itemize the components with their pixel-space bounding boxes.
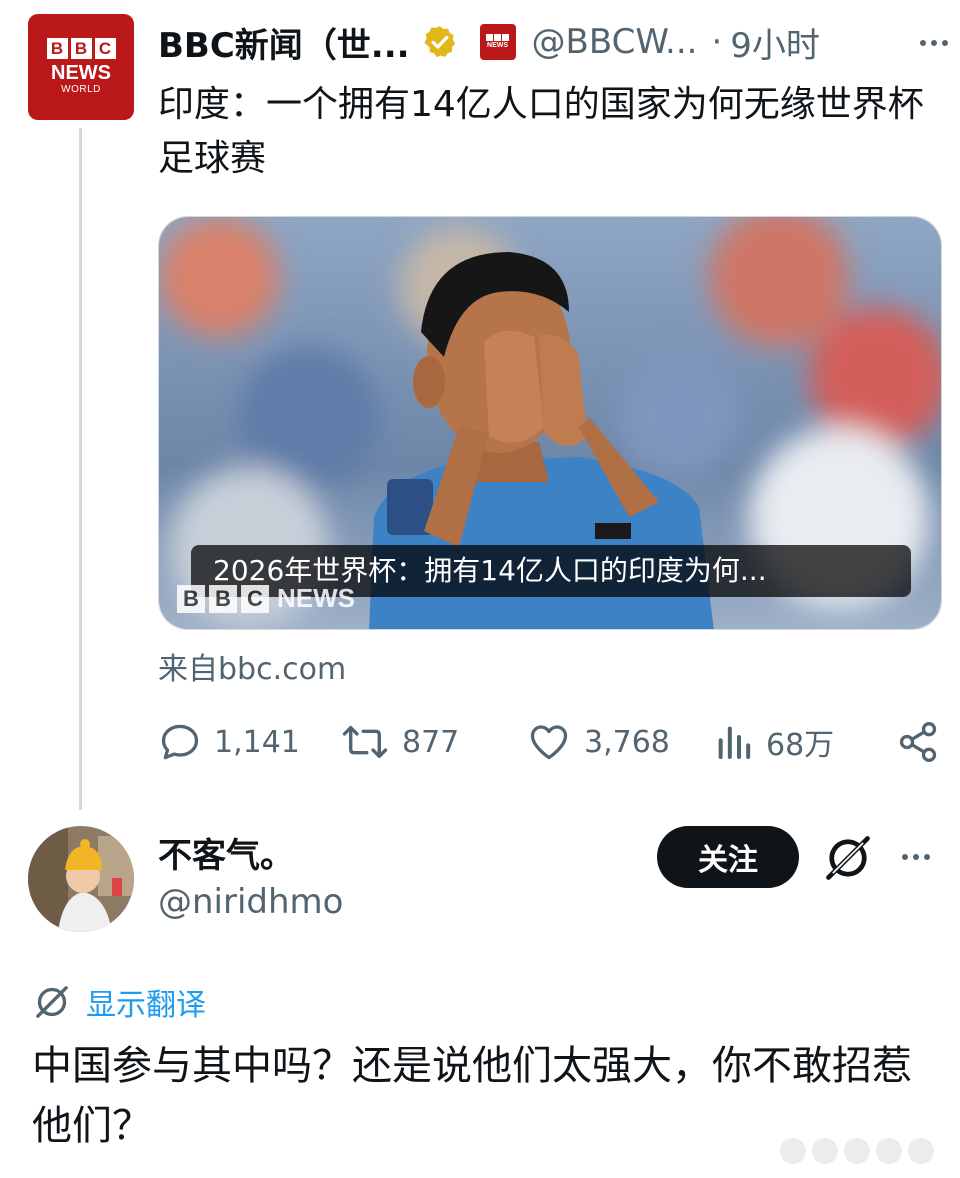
follow-button[interactable]: 关注 [657,826,799,888]
author-handle[interactable]: @BBCW... [532,22,698,62]
verified-gold-icon[interactable] [422,24,458,60]
reply-count: 1,141 [214,724,300,760]
show-translation-link[interactable]: 显示翻译 [32,980,206,1024]
like-button[interactable]: 3,768 [526,712,670,772]
like-count: 3,768 [584,724,670,760]
translate-icon [36,986,68,1018]
separator-dot: · [711,22,723,62]
link-preview-card[interactable]: 2026年世界杯：拥有14亿人口的印度为何... B B C NEWS [158,216,942,630]
grok-icon[interactable] [822,832,874,884]
tweet-header: BBC新闻（世... NEWS @BBCW... · 9小时 [158,16,948,68]
show-translation-label: 显示翻译 [86,988,206,1023]
reply-author-handle[interactable]: @niridhmo [158,882,343,922]
bbc-affiliate-icon[interactable]: NEWS [479,24,516,60]
views-button[interactable]: 68万 [714,712,834,772]
thread-connector-line [79,128,82,810]
share-button[interactable] [896,712,940,772]
reply-button[interactable]: 1,141 [158,712,300,772]
reply-more-icon[interactable] [902,854,930,860]
tweet-timestamp[interactable]: 9小时 [730,18,820,67]
corner-watermark [780,1138,934,1164]
bbc-logo-icon: B B C [46,38,116,59]
card-source[interactable]: 来自bbc.com [158,644,346,688]
reply-avatar[interactable] [28,826,134,932]
bbc-news-watermark: B B C NEWS [177,583,355,614]
retweet-button[interactable]: 877 [340,712,459,772]
bbc-logo-letter: B [46,38,68,59]
tweet-action-bar: 1,141 877 3,768 68万 [158,712,948,772]
bbc-avatar[interactable]: B B C NEWS WORLD [28,14,134,120]
bbc-logo-letter: C [94,38,116,59]
bbc-logo-news: NEWS [51,62,111,84]
watermark-word: NEWS [277,583,355,613]
reply-author-name[interactable]: 不客气。 [158,828,294,877]
views-icon [718,726,751,759]
retweet-icon [342,726,388,758]
watermark-letter: C [241,584,269,613]
watermark-letter: B [177,584,205,613]
author-name[interactable]: BBC新闻（世... [158,18,410,67]
like-icon [530,725,568,760]
reply-icon [161,724,199,760]
tweet-text: 印度：一个拥有14亿人口的国家为何无缘世界杯足球赛 [158,84,924,179]
bbc-logo-letter: B [70,38,92,59]
views-count: 68万 [766,728,835,763]
retweet-count: 877 [402,724,460,760]
watermark-letter: B [209,584,237,613]
more-icon[interactable] [920,40,948,46]
reply-avatar-image [28,826,134,932]
share-icon [899,722,937,762]
bbc-logo-world: WORLD [61,84,101,95]
